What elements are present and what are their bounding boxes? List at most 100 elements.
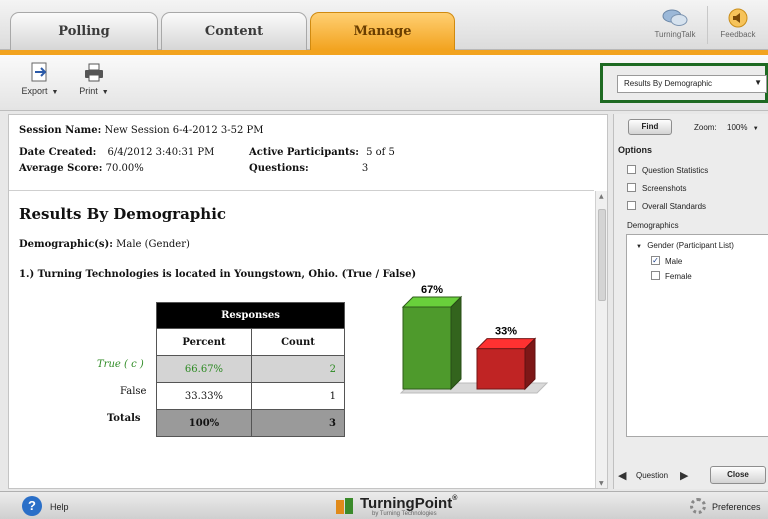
print-label: Print xyxy=(79,86,98,96)
brand-name: TurningPoint® xyxy=(360,495,457,512)
chart-bar-side xyxy=(450,295,462,391)
results-bar-chart: 67% 33% xyxy=(399,284,549,394)
average-score-label: Average Score: xyxy=(19,163,103,174)
table-row: 33.33% 1 xyxy=(156,382,345,410)
table-row: 100% 3 xyxy=(156,409,345,437)
option-label: Overall Standards xyxy=(642,202,707,211)
option-label: Screenshots xyxy=(642,184,687,193)
speaker-icon xyxy=(728,8,748,28)
active-participants-row: Active Participants: 5 of 5 xyxy=(249,147,395,158)
zoom-select[interactable]: 100% ▼ xyxy=(727,123,759,132)
session-name-row: Session Name: New Session 6-4-2012 3-52 … xyxy=(19,125,264,136)
export-label: Export xyxy=(21,86,48,96)
date-created-value: 6/4/2012 3:40:31 PM xyxy=(107,147,215,158)
checkbox-question-statistics[interactable] xyxy=(627,165,636,174)
tab-polling[interactable]: Polling xyxy=(10,12,158,50)
demographic-item-label: Female xyxy=(665,272,692,281)
average-score-value: 70.00% xyxy=(105,163,144,174)
previous-question-icon[interactable]: ◀ xyxy=(618,469,626,482)
options-title: Options xyxy=(618,145,652,155)
date-created-label: Date Created: xyxy=(19,147,97,158)
active-participants-label: Active Participants: xyxy=(249,147,359,158)
demographics-list: ▼ Gender (Participant List) ✓ Male Femal… xyxy=(626,234,768,437)
find-button[interactable]: Find xyxy=(628,119,672,135)
responses-header: Responses xyxy=(156,302,345,329)
tab-content[interactable]: Content xyxy=(161,12,307,50)
table-cell: 3 xyxy=(251,409,345,437)
report-type-value: Results By Demographic xyxy=(624,79,713,88)
column-header: Count xyxy=(251,328,345,356)
table-cell: 1 xyxy=(251,382,345,410)
table-header-row: Responses xyxy=(156,302,345,329)
turningtalk-button[interactable]: TurningTalk xyxy=(650,8,700,42)
chart-bar xyxy=(402,306,452,390)
demographic-item-label: Male xyxy=(665,257,683,266)
table-cell: 66.67% xyxy=(156,355,252,383)
demographic-group[interactable]: ▼ Gender (Participant List) xyxy=(636,241,734,250)
questions-value: 3 xyxy=(361,163,369,174)
close-button[interactable]: Close xyxy=(710,466,766,484)
vertical-scrollbar[interactable]: ▲ ▼ xyxy=(595,191,607,488)
checkbox-male[interactable]: ✓ xyxy=(651,256,660,265)
row-label-totals: Totals xyxy=(107,413,141,424)
row-label-false: False xyxy=(120,386,147,397)
chevron-down-icon: ▼ xyxy=(752,126,759,132)
session-summary: Session Name: New Session 6-4-2012 3-52 … xyxy=(9,115,594,191)
date-created-row: Date Created: 6/4/2012 3:40:31 PM xyxy=(19,147,214,158)
help-label[interactable]: Help xyxy=(50,502,69,512)
chart-value-label: 67% xyxy=(421,284,443,296)
gear-icon[interactable] xyxy=(690,498,706,514)
checkbox-female[interactable] xyxy=(651,271,660,280)
turningpoint-logo-icon xyxy=(335,496,355,516)
status-bar: ? Help TurningPoint® by Turning Technolo… xyxy=(0,491,768,519)
question-text: 1.) Turning Technologies is located in Y… xyxy=(19,269,417,280)
next-question-icon[interactable]: ▶ xyxy=(680,469,688,482)
table-cell: 33.33% xyxy=(156,382,252,410)
demographic-label: Demographic(s): xyxy=(19,239,113,250)
printer-icon xyxy=(85,63,103,82)
checkbox-screenshots[interactable] xyxy=(627,183,636,192)
zoom-label: Zoom: xyxy=(694,123,717,132)
brand-suffix: ® xyxy=(452,495,458,502)
scroll-down-icon[interactable]: ▼ xyxy=(599,480,604,487)
checkbox-overall-standards[interactable] xyxy=(627,201,636,210)
scroll-up-icon[interactable]: ▲ xyxy=(599,193,604,200)
report-type-select[interactable]: Results By Demographic ▼ xyxy=(617,75,767,93)
report-view: Session Name: New Session 6-4-2012 3-52 … xyxy=(8,114,608,489)
table-row: 66.67% 2 xyxy=(156,355,345,383)
table-cell: 2 xyxy=(251,355,345,383)
expand-arrow-icon: ▼ xyxy=(636,244,642,250)
export-button[interactable]: Export ▼ xyxy=(16,61,64,107)
average-score-row: Average Score: 70.00% xyxy=(19,163,144,174)
table-cell: 100% xyxy=(156,409,252,437)
chevron-down-icon: ▼ xyxy=(51,89,59,96)
chart-bar xyxy=(476,348,526,390)
top-tab-bar: Polling Content Manage TurningTalk Feedb… xyxy=(0,0,768,50)
logo-mark-icon xyxy=(336,498,353,514)
demographic-group-label: Gender (Participant List) xyxy=(647,241,734,250)
column-header: Percent xyxy=(156,328,252,356)
table-column-row: Percent Count xyxy=(156,328,345,356)
help-icon[interactable]: ? xyxy=(22,496,42,516)
toolbar: Export ▼ Print ▼ Results By Demographic ▼ xyxy=(0,55,768,111)
feedback-button[interactable]: Feedback xyxy=(713,8,763,42)
demographic-value: Male (Gender) xyxy=(116,239,190,250)
report-type-highlight: Results By Demographic ▼ xyxy=(600,63,768,103)
responses-table: Responses Percent Count 66.67% 2 33.33% … xyxy=(156,302,345,437)
options-panel: Find Zoom: 100% ▼ Options Question Stati… xyxy=(613,114,768,489)
print-button[interactable]: Print ▼ xyxy=(70,61,118,107)
scrollbar-thumb[interactable] xyxy=(598,209,606,301)
chevron-down-icon: ▼ xyxy=(101,89,109,96)
preferences-label[interactable]: Preferences xyxy=(712,502,761,512)
report-title: Results By Demographic xyxy=(19,205,227,223)
chevron-down-icon: ▼ xyxy=(754,78,762,87)
feedback-label: Feedback xyxy=(720,30,756,39)
session-name-label: Session Name: xyxy=(19,125,102,136)
brand-text: TurningPoint xyxy=(360,495,453,512)
brand-subtitle: by Turning Technologies xyxy=(372,511,437,517)
tab-manage[interactable]: Manage xyxy=(310,12,455,50)
session-name-value: New Session 6-4-2012 3-52 PM xyxy=(104,125,264,136)
question-nav-label: Question xyxy=(636,471,669,480)
demographics-title: Demographics xyxy=(627,221,679,230)
chart-value-label: 33% xyxy=(495,326,517,338)
